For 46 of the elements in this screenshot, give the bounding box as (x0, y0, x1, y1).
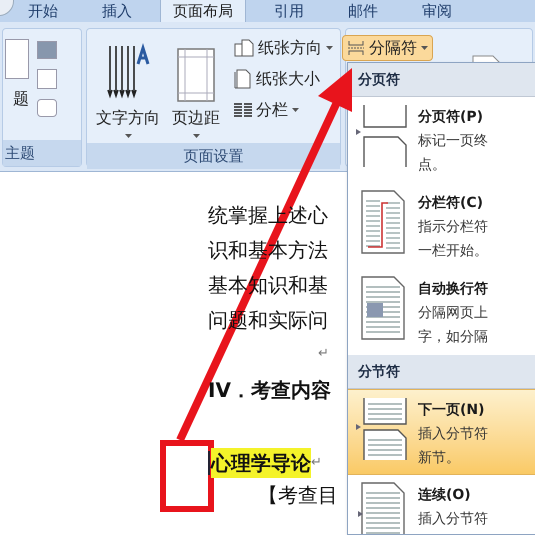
ribbon-button[interactable]: 纸张大小 (229, 66, 325, 92)
menu-item[interactable]: 分栏符(C) 指示分栏符 一栏开始。 (348, 183, 535, 269)
paragraph-mark: ↵ (311, 454, 322, 472)
theme-icon[interactable] (5, 39, 29, 79)
menu-item-description: 新节。 (418, 449, 461, 468)
menu-section-header: 分页符 (348, 63, 535, 97)
breaks-icon (347, 40, 365, 56)
highlighted-heading: 心理学导论 (211, 448, 311, 478)
theme-fonts-icon[interactable] (37, 69, 57, 89)
theme-colors-icon[interactable] (37, 41, 57, 59)
section-heading: IV．考查内容 (208, 378, 331, 402)
ribbon-button[interactable]: 分栏 (229, 97, 304, 123)
menu-item-description: 点。 (418, 156, 447, 175)
text-cursor (208, 450, 210, 474)
ribbon-button[interactable]: 分隔符 (342, 35, 433, 61)
menu-item-description: 字，如分隔 (418, 328, 488, 347)
ribbon-tab[interactable]: 审阅 (410, 0, 464, 22)
menu-item-description: 分隔网页上 (418, 304, 488, 323)
menu-item[interactable]: 分页符(P) 标记一页终 点。 (348, 97, 535, 183)
columns-icon (234, 103, 252, 117)
page-size-icon (234, 69, 252, 89)
group-label: 主题 (3, 140, 81, 166)
menu-item[interactable]: 自动换行符 分隔网页上 字，如分隔 (348, 269, 535, 355)
document-text: 【考查目 (258, 483, 338, 507)
menu-item-description: 标记一页终 (418, 132, 488, 151)
paragraph-mark: ↵ (318, 346, 329, 361)
ribbon-tab[interactable]: 页面布局 (160, 0, 246, 22)
group-label: 页面设置 (87, 143, 340, 169)
menu-item[interactable]: 连续(O) 插入分节符 (348, 475, 535, 534)
ribbon-button[interactable]: 页边距 (167, 31, 225, 143)
menu-section-header: 分节符 (348, 355, 535, 389)
ribbon-tab[interactable]: 开始 (16, 0, 70, 22)
theme-effects-icon[interactable] (37, 99, 57, 117)
page-orientation-icon (234, 39, 254, 57)
menu-item-description: 插入分节符 (418, 425, 488, 444)
menu-item-description: 插入分节符 (418, 510, 488, 529)
margins-icon (177, 48, 215, 102)
menu-item[interactable]: 下一页(N) 插入分节符 新节。 (348, 389, 535, 475)
ribbon-button[interactable]: 文字方向 (91, 31, 165, 143)
ribbon-tab[interactable]: 邮件 (336, 0, 390, 22)
ribbon-button[interactable]: 纸张方向 (229, 35, 338, 61)
ribbon-tab[interactable]: 引用 (262, 0, 316, 22)
menu-item-description: 一栏开始。 (418, 242, 488, 261)
menu-item-description: 指示分栏符 (418, 218, 488, 237)
ribbon-tab[interactable]: 插入 (90, 0, 144, 22)
ribbon-button-label[interactable]: 题 (13, 87, 29, 111)
